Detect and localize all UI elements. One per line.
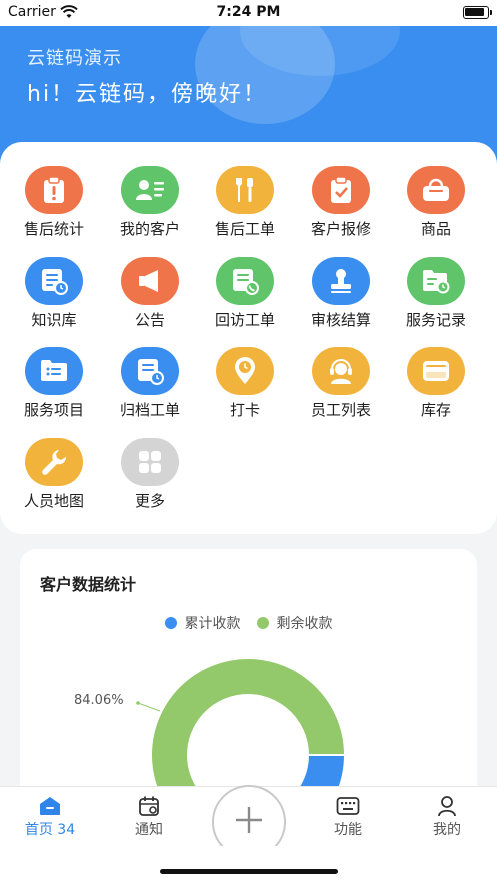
keyboard-icon (308, 795, 388, 817)
menu-item-check-in[interactable]: 打卡 (197, 347, 293, 420)
menu-item-label: 人员地图 (23, 492, 84, 510)
document-phone-icon (216, 257, 274, 305)
home-indicator (160, 869, 338, 874)
menu-item-label: 服务记录 (405, 311, 466, 329)
clipboard-check-icon (312, 166, 370, 214)
tab-functions[interactable]: 功能 (308, 795, 388, 839)
menu-item-label: 知识库 (31, 311, 77, 329)
menu-item-service-records[interactable]: 服务记录 (388, 257, 484, 330)
tab-label: 首页 34 (24, 822, 76, 838)
company-name: 云链码演示 (27, 48, 122, 69)
greeting-text: hi！云链码，傍晚好！ (27, 82, 268, 107)
tab-profile[interactable]: 我的 (407, 795, 487, 839)
menu-item-more[interactable]: 更多 (102, 438, 198, 511)
slice-label-remaining: 84.06% (74, 693, 124, 708)
menu-item-inventory[interactable]: 库存 (388, 347, 484, 420)
menu-item-label: 售后工单 (214, 220, 275, 238)
document-clock-icon (25, 257, 83, 305)
menu-item-knowledge-base[interactable]: 知识库 (6, 257, 102, 330)
menu-item-label: 员工列表 (310, 401, 371, 419)
calendar-bell-icon (109, 795, 189, 817)
menu-item-staff-list[interactable]: 员工列表 (293, 347, 389, 420)
bottom-safe-area (0, 846, 497, 883)
headset-person-icon (312, 347, 370, 395)
stamp-icon (312, 257, 370, 305)
menu-item-label: 更多 (134, 492, 165, 510)
menu-item-label: 审核结算 (310, 311, 371, 329)
folder-clock-icon (407, 257, 465, 305)
menu-item-announcements[interactable]: 公告 (102, 257, 198, 330)
menu-item-staff-map[interactable]: 人员地图 (6, 438, 102, 511)
battery-icon (463, 6, 492, 19)
menu-item-audit-settlement[interactable]: 审核结算 (293, 257, 389, 330)
clipboard-alert-icon (25, 166, 83, 214)
menu-item-label: 服务项目 (23, 401, 84, 419)
contact-card-icon (121, 166, 179, 214)
tools-icon (216, 166, 274, 214)
function-menu: 售后统计 我的客户 售后工单 客户报修 商品 知识库 公告 回访工单 审核结算 … (0, 142, 497, 534)
label-leader-dot (136, 701, 140, 705)
inventory-box-icon (407, 347, 465, 395)
wrench-icon (25, 438, 83, 486)
menu-item-label: 公告 (134, 311, 165, 329)
menu-item-label: 库存 (420, 401, 451, 419)
shopping-bag-icon (407, 166, 465, 214)
location-clock-icon (216, 347, 274, 395)
tab-label: 我的 (433, 822, 461, 838)
menu-item-archived-orders[interactable]: 归档工单 (102, 347, 198, 420)
menu-item-my-customers[interactable]: 我的客户 (102, 166, 198, 239)
label-leader-line (137, 702, 161, 712)
archive-clock-icon (121, 347, 179, 395)
menu-item-service-orders[interactable]: 售后工单 (197, 166, 293, 239)
status-bar: Carrier 7:24 PM (0, 0, 497, 26)
tab-label: 通知 (135, 822, 163, 838)
menu-item-label: 售后统计 (23, 220, 84, 238)
folder-list-icon (25, 347, 83, 395)
person-icon (407, 795, 487, 817)
menu-item-customer-repair[interactable]: 客户报修 (293, 166, 389, 239)
menu-item-products[interactable]: 商品 (388, 166, 484, 239)
clock: 7:24 PM (216, 4, 281, 20)
menu-item-after-sales-stats[interactable]: 售后统计 (6, 166, 102, 239)
menu-item-label: 归档工单 (119, 401, 180, 419)
tab-home[interactable]: 首页 34 (10, 795, 90, 839)
grid-more-icon (121, 438, 179, 486)
menu-item-service-items[interactable]: 服务项目 (6, 347, 102, 420)
menu-item-label: 回访工单 (214, 311, 275, 329)
megaphone-icon (121, 257, 179, 305)
menu-item-follow-up-orders[interactable]: 回访工单 (197, 257, 293, 330)
menu-item-label: 客户报修 (310, 220, 371, 238)
menu-item-label: 打卡 (229, 401, 260, 419)
menu-item-label: 商品 (420, 220, 451, 238)
tab-notifications[interactable]: 通知 (109, 795, 189, 839)
menu-item-label: 我的客户 (119, 220, 180, 238)
tab-label: 功能 (334, 822, 362, 838)
home-icon (10, 795, 90, 817)
plus-icon (232, 803, 266, 841)
